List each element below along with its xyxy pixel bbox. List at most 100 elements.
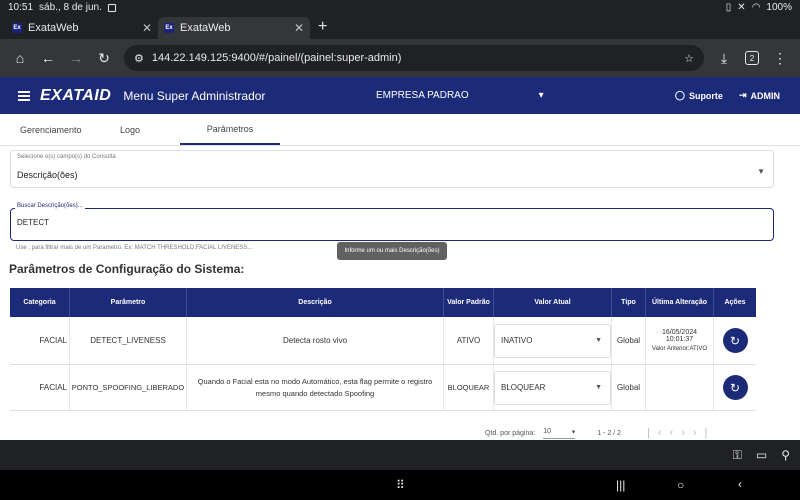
back-nav-icon[interactable]: ‹ xyxy=(738,477,742,491)
battery-level: 100% xyxy=(766,2,792,13)
search-hint: Use ; para filtrar mais de um Parametro.… xyxy=(16,245,253,251)
admin-logout-button[interactable]: ⇥ ADMIN xyxy=(739,90,780,101)
alteracao-data: 16/05/2024 xyxy=(661,329,698,336)
support-button[interactable]: ◯ Suporte xyxy=(675,90,723,101)
table-header: Categoria Parâmetro Descrição Valor Padr… xyxy=(10,288,756,317)
bookmark-star-icon[interactable]: ☆ xyxy=(684,52,694,65)
location-icon[interactable]: ⚲ xyxy=(781,448,790,462)
home-button-icon[interactable]: ○ xyxy=(677,478,684,492)
reset-icon: ↻ xyxy=(729,333,741,348)
tab-title: ExataWeb xyxy=(28,22,79,34)
reset-button[interactable]: ↻ xyxy=(722,328,748,353)
address-bar[interactable]: ⚙ 144.22.149.125:9400/#/painel/(painel:s… xyxy=(124,45,704,71)
card-icon[interactable]: ▭ xyxy=(756,448,767,462)
cell-acoes: ↻ xyxy=(714,365,756,410)
search-field-label: Buscar Descrição(ões)... xyxy=(15,203,85,209)
logout-icon: ⇥ xyxy=(738,90,747,100)
section-title: Parâmetros de Configuração do Sistema: xyxy=(9,262,245,276)
reset-button[interactable]: ↻ xyxy=(722,375,748,400)
value-select[interactable]: BLOQUEAR ▼ xyxy=(494,370,611,405)
status-date: sáb., 8 de jun. xyxy=(39,2,102,13)
status-time: 10:51 xyxy=(8,2,34,13)
company-name: EMPRESA PADRAO xyxy=(376,90,469,101)
app-header: EXATAID Menu Super Administrador EMPRESA… xyxy=(0,77,800,114)
reset-icon: ↻ xyxy=(729,380,741,395)
settings-tabs: Gerenciamento Logo Parâmetros xyxy=(0,114,800,146)
paginator: Qtd. por página: 10 ▾ 1 - 2 / 2 |‹‹››| xyxy=(485,427,715,439)
col-tipo[interactable]: Tipo xyxy=(612,288,646,317)
chevron-down-icon: ▼ xyxy=(595,383,602,391)
exataid-logo: EXATAID xyxy=(40,86,112,104)
browser-toolbar: ⌂ ← → ↻ ⚙ 144.22.149.125:9400/#/painel/(… xyxy=(0,39,800,77)
tab-switcher-button[interactable]: 2 xyxy=(738,44,766,72)
cell-descricao: Quando o Facial esta no modo Automático,… xyxy=(187,365,444,410)
per-page-select[interactable]: 10 ▾ xyxy=(543,428,576,439)
field-select-value: Descrição(ões) xyxy=(17,170,78,180)
close-icon[interactable]: ✕ xyxy=(142,21,152,35)
chevron-down-icon: ▼ xyxy=(757,167,765,176)
vibrate-icon: ▯ xyxy=(725,2,732,13)
prev-page-icon[interactable]: ‹ xyxy=(669,427,681,439)
android-nav-bar: ⠿ ||| ○ ‹ xyxy=(0,470,800,500)
whatsapp-icon: ◯ xyxy=(674,90,685,100)
col-acoes: Ações xyxy=(724,299,746,306)
browser-tab-1[interactable]: Ex ExataWeb ✕ xyxy=(6,17,158,39)
new-tab-icon[interactable]: + xyxy=(318,18,327,39)
browser-bottom-bar: ⚿ ▭ ⚲ xyxy=(0,440,800,470)
search-input[interactable] xyxy=(17,218,717,227)
hamburger-menu-icon[interactable] xyxy=(18,90,30,101)
company-selector[interactable]: EMPRESA PADRAO ▾ xyxy=(376,77,544,114)
menu-dots-icon[interactable]: ⋮ xyxy=(766,44,794,72)
home-icon[interactable]: ⌂ xyxy=(6,44,34,72)
tab-title: ExataWeb xyxy=(180,22,231,34)
col-parametro[interactable]: Parâmetro xyxy=(70,288,187,317)
reload-icon[interactable]: ↻ xyxy=(90,44,118,72)
parameters-table: Categoria Parâmetro Descrição Valor Padr… xyxy=(10,288,756,411)
last-page-icon[interactable]: ›| xyxy=(693,427,716,439)
valor-anterior: Valor Anterior:ATIVO xyxy=(651,346,708,352)
value-select[interactable]: INATIVO ▼ xyxy=(494,323,611,358)
site-info-icon[interactable]: ⚙ xyxy=(134,52,144,65)
cell-categoria: FACIAL xyxy=(10,365,70,410)
tab-parametros[interactable]: Parâmetros xyxy=(180,114,280,145)
tab-gerenciamento[interactable]: Gerenciamento xyxy=(0,114,82,145)
col-valor-padrao[interactable]: Valor Padrão xyxy=(444,288,494,317)
chevron-down-icon: ▼ xyxy=(595,336,602,344)
cell-valor-atual: INATIVO ▼ xyxy=(494,317,612,364)
col-valor-atual[interactable]: Valor Atual xyxy=(494,288,612,317)
app-drawer-icon[interactable]: ⠿ xyxy=(396,478,405,492)
col-categoria[interactable]: Categoria xyxy=(10,288,70,317)
col-ultima-alteracao[interactable]: Última Alteração xyxy=(646,288,714,317)
page-title: Menu Super Administrador xyxy=(123,88,266,103)
system-status-bar: 10:51 sáb., 8 de jun. ▯ ✕ ◠ 100% xyxy=(0,0,800,15)
cell-parametro: PONTO_SPOOFING_LIBERADO xyxy=(70,365,187,410)
cell-ultima-alteracao xyxy=(646,365,714,410)
tab-logo[interactable]: Logo xyxy=(80,114,180,145)
page-range: 1 - 2 / 2 xyxy=(597,429,621,437)
back-icon[interactable]: ← xyxy=(34,44,62,72)
per-page-label: Qtd. por página: xyxy=(485,429,536,437)
web-page: EXATAID Menu Super Administrador EMPRESA… xyxy=(0,77,800,440)
forward-icon[interactable]: → xyxy=(62,44,90,72)
favicon-icon: Ex xyxy=(12,23,22,33)
value-select-text: BLOQUEAR xyxy=(501,383,546,392)
next-page-icon[interactable]: › xyxy=(681,427,693,439)
search-field[interactable]: Buscar Descrição(ões)... xyxy=(10,203,774,241)
key-icon[interactable]: ⚿ xyxy=(733,448,742,463)
cell-ultima-alteracao: 16/05/2024 10:01:37 Valor Anterior:ATIVO xyxy=(646,317,714,364)
download-icon[interactable]: ⤓ xyxy=(710,44,738,72)
cell-parametro: DETECT_LIVENESS xyxy=(70,317,187,364)
favicon-icon: Ex xyxy=(164,23,174,33)
recent-apps-icon[interactable]: ||| xyxy=(616,478,625,492)
browser-tab-2[interactable]: Ex ExataWeb ✕ xyxy=(158,17,310,39)
col-descricao[interactable]: Descrição xyxy=(187,288,444,317)
value-select-text: INATIVO xyxy=(501,336,533,345)
field-select[interactable]: Selecione o(s) campo(s) do Consulta Desc… xyxy=(10,150,774,188)
browser-tabstrip: Ex ExataWeb ✕ Ex ExataWeb ✕ + xyxy=(0,15,800,39)
cell-categoria: FACIAL xyxy=(10,317,70,364)
close-icon[interactable]: ✕ xyxy=(294,21,304,35)
first-page-icon[interactable]: |‹ xyxy=(647,427,670,439)
search-tooltip: Informe um ou mais Descrição(ões) xyxy=(337,242,447,260)
cell-acoes: ↻ xyxy=(714,317,756,364)
cell-tipo: Global xyxy=(612,365,646,410)
